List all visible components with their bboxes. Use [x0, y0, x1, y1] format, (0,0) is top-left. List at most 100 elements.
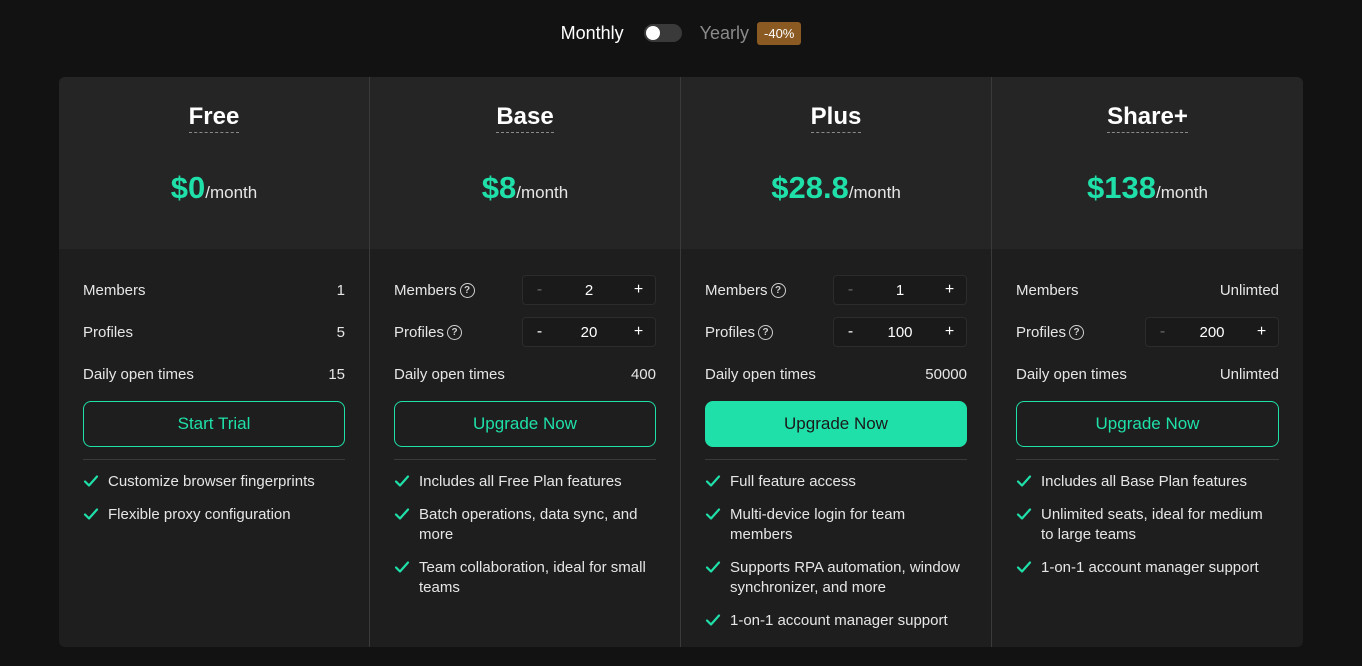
plan-header: Free $0/month [59, 77, 369, 249]
profiles-row: Profiles ? - 20 + [394, 311, 656, 353]
upgrade-now-button[interactable]: Upgrade Now [1016, 401, 1279, 447]
yearly-label[interactable]: Yearly [700, 23, 749, 44]
price-amount: $8 [481, 170, 517, 205]
feature-text: Includes all Free Plan features [419, 473, 622, 490]
monthly-label[interactable]: Monthly [561, 23, 624, 44]
price-amount: $28.8 [771, 170, 849, 205]
feature-item: Full feature access [705, 472, 967, 492]
members-label-wrap: Members ? [705, 282, 786, 299]
upgrade-now-button[interactable]: Upgrade Now [705, 401, 967, 447]
profiles-label-wrap: Profiles ? [394, 323, 463, 341]
feature-item: Customize browser fingerprints [83, 472, 345, 492]
help-icon[interactable]: ? [770, 282, 786, 298]
increment-button[interactable]: + [933, 323, 966, 341]
feature-text: Batch operations, data sync, and more [419, 506, 638, 543]
plan-card-free: Free $0/month Members 1 Profiles 5 Daily… [59, 77, 370, 647]
upgrade-now-button[interactable]: Upgrade Now [394, 401, 656, 447]
members-label: Members [83, 281, 146, 299]
decrement-button[interactable]: - [523, 281, 556, 299]
feature-text: Full feature access [730, 473, 856, 490]
profiles-stepper: - 100 + [833, 317, 967, 347]
increment-button[interactable]: + [933, 281, 966, 299]
members-label: Members [394, 281, 457, 299]
check-icon [705, 614, 721, 626]
stepper-value[interactable]: 100 [867, 324, 933, 341]
members-stepper: - 1 + [833, 275, 967, 305]
increment-button[interactable]: + [622, 323, 655, 341]
price-period: /month [848, 183, 901, 202]
feature-item: Supports RPA automation, window synchron… [705, 558, 967, 598]
decrement-button[interactable]: - [834, 323, 867, 341]
stepper-value[interactable]: 2 [556, 282, 622, 299]
plan-card-share-plus: Share+ $138/month Members Unlimted Profi… [992, 77, 1303, 647]
check-icon [83, 508, 99, 520]
feature-text: 1-on-1 account manager support [730, 612, 948, 629]
check-icon [394, 508, 410, 520]
plan-name: Share+ [1107, 103, 1188, 133]
members-row: Members 1 [83, 269, 345, 311]
pricing-plans: Free $0/month Members 1 Profiles 5 Daily… [59, 77, 1303, 647]
plan-header: Plus $28.8/month [681, 77, 991, 249]
profiles-stepper: - 20 + [522, 317, 656, 347]
feature-text: Unlimited seats, ideal for medium to lar… [1041, 506, 1263, 543]
daily-open-row: Daily open times 15 [83, 353, 345, 395]
price-period: /month [205, 183, 258, 202]
profiles-row: Profiles ? - 100 + [705, 311, 967, 353]
daily-open-row: Daily open times 50000 [705, 353, 967, 395]
feature-item: Includes all Free Plan features [394, 472, 656, 492]
daily-open-value: 15 [328, 365, 345, 383]
divider [83, 459, 345, 460]
stepper-value[interactable]: 20 [556, 324, 622, 341]
decrement-button[interactable]: - [1146, 323, 1179, 341]
feature-list: Includes all Base Plan features Unlimite… [1016, 472, 1279, 578]
feature-item: Includes all Base Plan features [1016, 472, 1279, 492]
increment-button[interactable]: + [622, 281, 655, 299]
feature-item: 1-on-1 account manager support [705, 611, 967, 631]
profiles-label: Profiles [394, 323, 445, 341]
increment-button[interactable]: + [1245, 323, 1278, 341]
feature-text: Multi-device login for team members [730, 506, 906, 543]
daily-open-value: 50000 [925, 365, 967, 383]
feature-list: Customize browser fingerprints Flexible … [83, 472, 345, 525]
divider [1016, 459, 1279, 460]
profiles-label-wrap: Profiles ? [1016, 324, 1085, 341]
stepper-value[interactable]: 1 [867, 282, 933, 299]
check-icon [1016, 561, 1032, 573]
plan-body: Members Unlimted Profiles ? - 200 + Dail… [992, 249, 1303, 578]
plan-body: Members ? - 1 + Profiles ? - 100 + Daily… [681, 249, 991, 631]
feature-item: Flexible proxy configuration [83, 505, 345, 525]
check-icon [705, 475, 721, 487]
billing-period-switch[interactable] [643, 24, 682, 42]
help-icon[interactable]: ? [459, 282, 475, 298]
profiles-stepper: - 200 + [1145, 317, 1279, 347]
plan-name: Base [496, 103, 554, 133]
plan-header: Base $8/month [370, 77, 680, 249]
stepper-value[interactable]: 200 [1179, 324, 1245, 341]
plan-card-base: Base $8/month Members ? - 2 + Profiles ?… [370, 77, 681, 647]
start-trial-button[interactable]: Start Trial [83, 401, 345, 447]
daily-open-value: Unlimted [1219, 365, 1279, 383]
help-icon[interactable]: ? [447, 324, 463, 340]
daily-open-label: Daily open times [83, 365, 194, 383]
daily-open-label: Daily open times [705, 365, 816, 383]
help-icon[interactable]: ? [758, 324, 774, 340]
price-amount: $0 [170, 170, 206, 205]
profiles-label-wrap: Profiles ? [705, 324, 774, 341]
check-icon [394, 475, 410, 487]
plan-card-plus: Plus $28.8/month Members ? - 1 + Profile… [681, 77, 992, 647]
feature-item: Team collaboration, ideal for small team… [394, 558, 656, 598]
help-icon[interactable]: ? [1069, 324, 1085, 340]
daily-open-row: Daily open times Unlimted [1016, 353, 1279, 395]
plan-price: $0/month [59, 170, 369, 206]
decrement-button[interactable]: - [834, 281, 867, 299]
feature-list: Full feature access Multi-device login f… [705, 472, 967, 631]
members-row: Members Unlimted [1016, 269, 1279, 311]
plan-body: Members ? - 2 + Profiles ? - 20 + Daily … [370, 249, 680, 598]
decrement-button[interactable]: - [523, 323, 556, 341]
profiles-row: Profiles ? - 200 + [1016, 311, 1279, 353]
members-stepper: - 2 + [522, 275, 656, 305]
members-value: Unlimted [1219, 281, 1279, 299]
feature-text: Customize browser fingerprints [108, 473, 315, 490]
plan-price: $138/month [992, 170, 1303, 206]
members-label: Members [1016, 281, 1079, 299]
